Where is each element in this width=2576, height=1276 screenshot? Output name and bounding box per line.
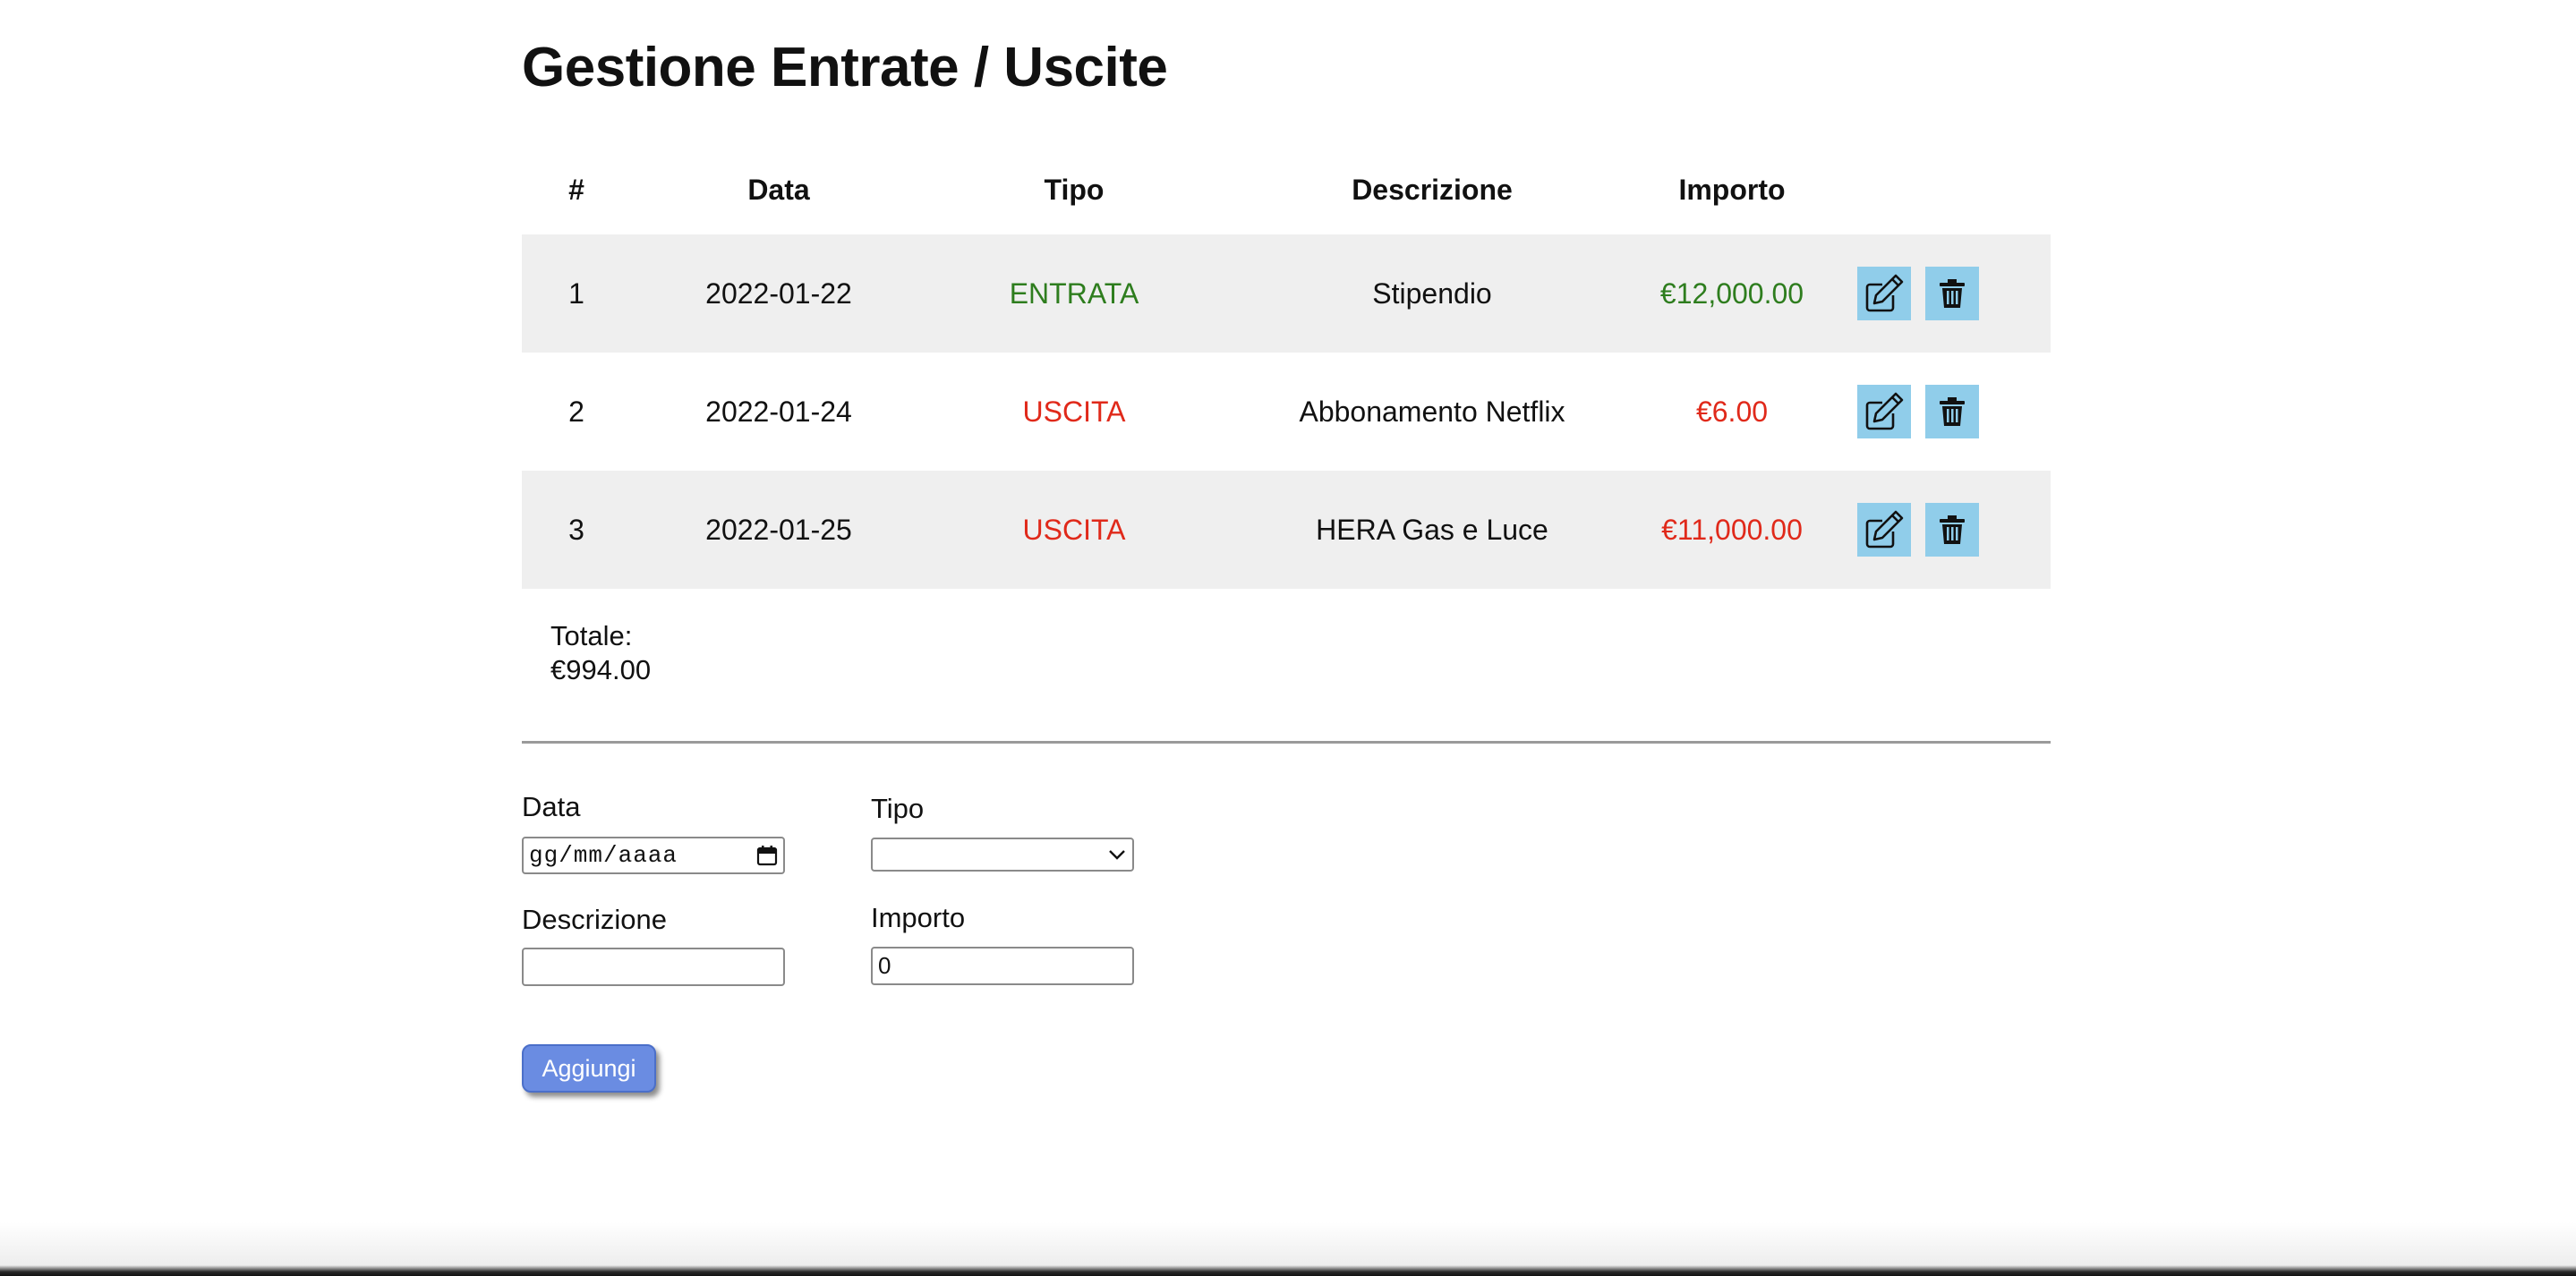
header-type: Tipo: [1044, 173, 1105, 206]
edit-button[interactable]: [1857, 267, 1911, 320]
type-label: Tipo: [871, 793, 925, 824]
trash-icon: [1940, 397, 1965, 426]
date-label: Data: [522, 791, 581, 822]
amount-input[interactable]: 0: [871, 947, 1134, 985]
edit-button[interactable]: [1857, 503, 1911, 557]
date-placeholder: gg/mm/aaaa: [529, 842, 678, 869]
description-label: Descrizione: [522, 904, 667, 935]
table-row: 3 2022-01-25 USCITA HERA Gas e Luce €11,…: [522, 471, 2051, 589]
row-date: 2022-01-25: [631, 471, 926, 589]
trash-icon: [1940, 515, 1965, 544]
trash-icon: [1940, 279, 1965, 308]
row-date: 2022-01-22: [631, 234, 926, 353]
delete-button[interactable]: [1925, 503, 1979, 557]
row-actions: [1821, 353, 2051, 471]
row-number: 2: [568, 395, 584, 428]
row-amount: €12,000.00: [1642, 234, 1821, 353]
row-date: 2022-01-24: [705, 395, 852, 428]
date-input[interactable]: gg/mm/aaaa: [522, 837, 785, 874]
total-value: €994.00: [550, 654, 652, 685]
page: Gestione Entrate / Uscite # Data Tipo De…: [0, 0, 2576, 1276]
total-label: Totale:: [550, 620, 633, 651]
row-actions: [1821, 234, 2051, 353]
header-amount: Importo: [1678, 173, 1786, 206]
row-amount: €11,000.00: [1642, 471, 1821, 589]
row-description: Stipendio: [1222, 234, 1642, 353]
description-input[interactable]: [522, 948, 785, 986]
bottom-edge: [0, 1222, 2576, 1276]
total-summary: Totale: €994.00: [550, 619, 651, 687]
table-row: 2 2022-01-24 USCITA Abbonamento Netflix …: [522, 353, 2051, 471]
row-number: 1: [522, 234, 631, 353]
delete-button[interactable]: [1925, 267, 1979, 320]
header-actions: [1821, 145, 2051, 234]
delete-button[interactable]: [1925, 385, 1979, 438]
amount-label: Importo: [871, 902, 966, 933]
header-description: Descrizione: [1352, 173, 1513, 206]
chevron-down-icon: [1109, 850, 1125, 860]
edit-button[interactable]: [1857, 385, 1911, 438]
edit-icon: [1865, 274, 1904, 312]
row-description: HERA Gas e Luce: [1222, 471, 1642, 589]
header-date: Data: [747, 173, 810, 206]
page-title: Gestione Entrate / Uscite: [522, 37, 1168, 98]
row-type: USCITA: [1022, 395, 1126, 428]
header-number: #: [568, 173, 584, 206]
table-row: 1 2022-01-22 ENTRATA Stipendio €12,000.0…: [522, 234, 2051, 353]
edit-icon: [1865, 392, 1904, 430]
row-description: Abbonamento Netflix: [1299, 395, 1565, 428]
row-number: 3: [522, 471, 631, 589]
row-type: USCITA: [926, 471, 1222, 589]
amount-value: 0: [878, 952, 891, 979]
row-actions: [1821, 471, 2051, 589]
type-select[interactable]: [871, 838, 1134, 872]
movements-table: # Data Tipo Descrizione Importo 1 2022-0…: [522, 145, 2051, 589]
table-header-row: # Data Tipo Descrizione Importo: [522, 145, 2051, 234]
divider: [522, 741, 2051, 744]
row-amount: €6.00: [1695, 395, 1769, 428]
edit-icon: [1865, 510, 1904, 549]
row-type: ENTRATA: [926, 234, 1222, 353]
calendar-icon: [756, 846, 778, 866]
add-button[interactable]: Aggiungi: [522, 1044, 656, 1093]
